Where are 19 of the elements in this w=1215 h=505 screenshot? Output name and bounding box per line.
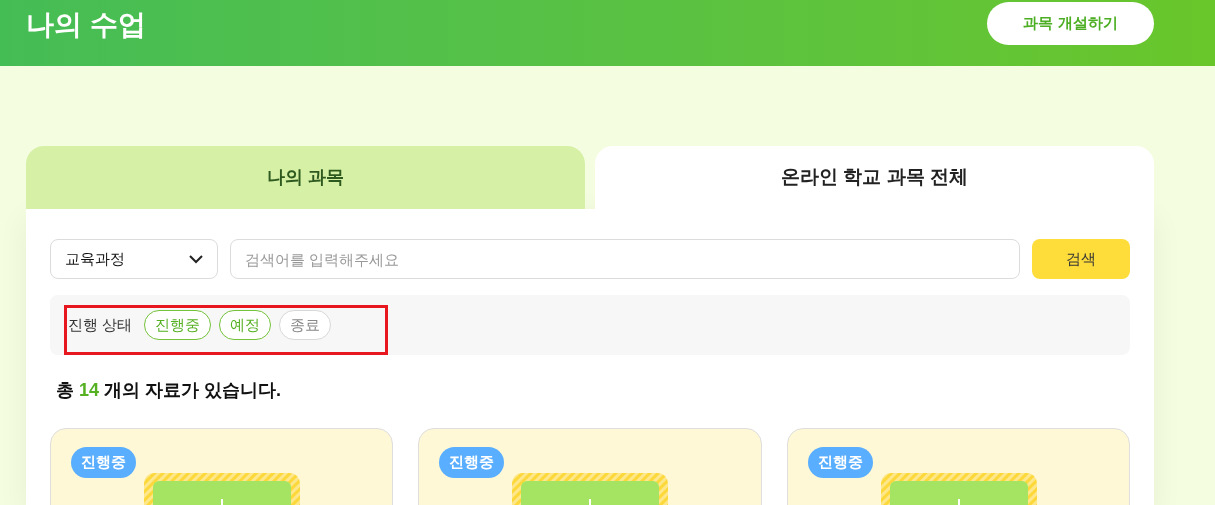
chevron-down-icon [189, 254, 203, 264]
result-count-text: 총 14 개의 자료가 있습니다. [55, 379, 283, 402]
status-badge: 진행중 [439, 447, 505, 478]
status-label: 진행 상태 [68, 314, 133, 335]
course-card[interactable]: 진행중 [418, 428, 762, 505]
status-chip[interactable]: 예정 [219, 310, 272, 340]
search-field[interactable]: 검색어를 입력해주세요 [230, 239, 1020, 279]
search-button[interactable]: 검색 [1032, 239, 1130, 279]
status-chip[interactable]: 종료 [279, 310, 332, 340]
course-card[interactable]: 진행중 [786, 428, 1130, 505]
status-badge: 진행중 [71, 447, 136, 478]
tab[interactable]: 나의 과목 [26, 146, 585, 209]
page-title: 나의 수업 [26, 8, 146, 42]
curriculum-select[interactable]: 교육과정 [50, 239, 218, 279]
create-course-button[interactable]: 과목 개설하기 [987, 2, 1154, 45]
status-chip[interactable]: 진행중 [144, 310, 212, 340]
status-badge: 진행중 [807, 447, 873, 478]
course-card[interactable]: 진행중 [50, 428, 394, 505]
tab[interactable]: 온라인 학교 과목 전체 [595, 146, 1154, 209]
